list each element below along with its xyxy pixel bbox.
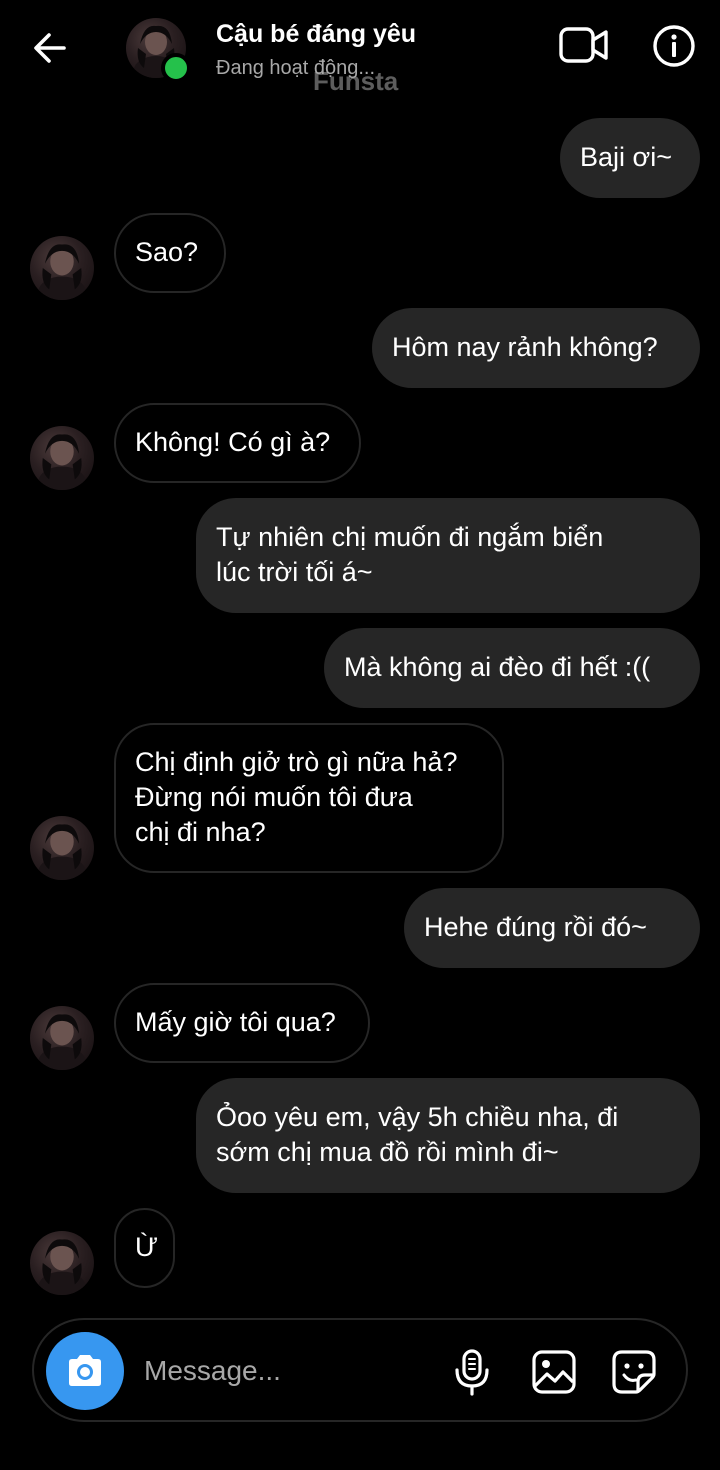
outgoing-message[interactable]: Hôm nay rảnh không? <box>372 308 700 388</box>
incoming-message[interactable]: Không! Có gì à? <box>114 403 361 483</box>
back-button[interactable] <box>28 26 72 70</box>
sender-avatar[interactable] <box>30 1006 94 1070</box>
online-status-dot <box>161 53 191 83</box>
message-composer <box>32 1318 688 1422</box>
sender-avatar[interactable] <box>30 1231 94 1295</box>
outgoing-message[interactable]: Baji ơi~ <box>560 118 700 198</box>
sticker-button[interactable] <box>610 1348 658 1396</box>
video-call-button[interactable] <box>558 22 610 68</box>
sticker-icon <box>612 1350 656 1394</box>
camera-icon <box>69 1355 101 1386</box>
incoming-message[interactable]: Chị định giở trò gì nữa hả? Đừng nói muố… <box>114 723 504 873</box>
sender-avatar[interactable] <box>30 426 94 490</box>
voice-message-button[interactable] <box>450 1348 494 1396</box>
sender-avatar[interactable] <box>30 236 94 300</box>
camera-button[interactable] <box>46 1332 124 1410</box>
microphone-icon <box>455 1349 489 1396</box>
gallery-button[interactable] <box>530 1348 578 1396</box>
chat-header: Cậu bé đáng yêu Đang hoạt động... Funsta <box>0 0 720 100</box>
sender-avatar[interactable] <box>30 816 94 880</box>
info-icon <box>653 25 695 67</box>
conversation-info-button[interactable] <box>652 24 696 68</box>
outgoing-message[interactable]: Hehe đúng rồi đó~ <box>404 888 700 968</box>
watermark: Funsta <box>313 66 399 96</box>
incoming-message[interactable]: Mấy giờ tôi qua? <box>114 983 370 1063</box>
contact-name[interactable]: Cậu bé đáng yêu <box>216 20 416 49</box>
incoming-message[interactable]: Ừ <box>114 1208 175 1288</box>
video-camera-icon <box>559 27 608 63</box>
arrow-left-icon <box>34 33 66 63</box>
image-icon <box>532 1350 576 1394</box>
outgoing-message[interactable]: Tự nhiên chị muốn đi ngắm biển lúc trời … <box>196 498 700 613</box>
message-input[interactable] <box>144 1350 434 1392</box>
incoming-message[interactable]: Sao? <box>114 213 226 293</box>
outgoing-message[interactable]: Mà không ai đèo đi hết :(( <box>324 628 700 708</box>
outgoing-message[interactable]: Ỏoo yêu em, vậy 5h chiều nha, đi sớm chị… <box>196 1078 700 1193</box>
